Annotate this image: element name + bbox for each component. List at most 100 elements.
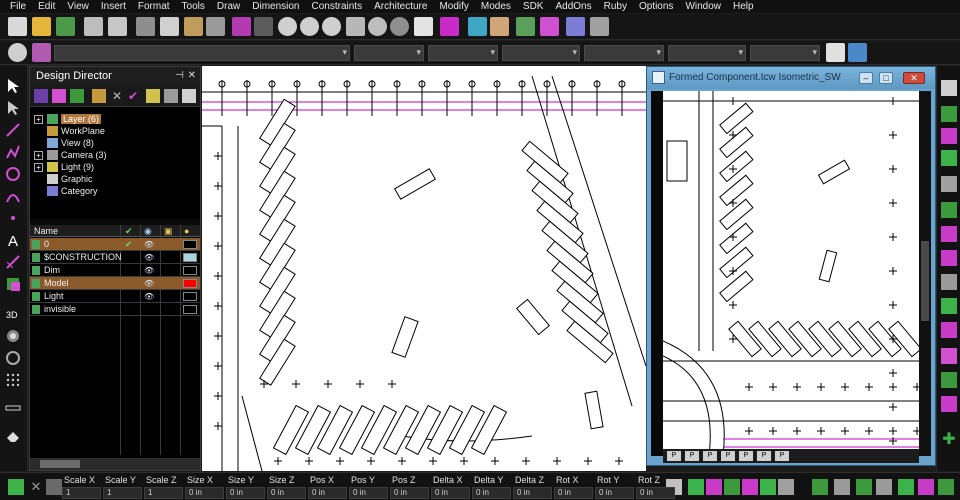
menu-tools[interactable]: Tools xyxy=(182,0,205,13)
zoom-window-icon[interactable] xyxy=(300,17,319,36)
visibility-eye-icon[interactable]: 👁 xyxy=(144,290,154,303)
formed-component-viewport[interactable] xyxy=(663,91,919,456)
pencil-icon[interactable] xyxy=(826,43,845,62)
snap-extension-icon[interactable] xyxy=(941,396,957,412)
layer-row[interactable]: $CONSTRUCTION 👁 xyxy=(30,251,200,264)
save-icon[interactable] xyxy=(56,17,75,36)
active-column-check-icon[interactable]: ✔ xyxy=(125,225,133,238)
render-mode-icon[interactable] xyxy=(938,479,954,495)
activate-check-icon[interactable]: ✔ xyxy=(126,89,140,103)
cut-icon[interactable] xyxy=(136,17,155,36)
layer-row[interactable]: Model 👁 xyxy=(30,277,200,290)
select-arrow-icon[interactable] xyxy=(5,78,21,94)
inspector-options-icon[interactable] xyxy=(46,479,62,495)
copy-icon[interactable] xyxy=(160,17,179,36)
visibility-eye-icon[interactable]: 👁 xyxy=(144,238,154,251)
rotate-icon[interactable] xyxy=(706,479,722,495)
layer-color-swatch[interactable] xyxy=(183,266,197,275)
active-check-icon[interactable]: ✔ xyxy=(125,238,133,251)
hand-tool-icon[interactable] xyxy=(490,17,509,36)
layer-color-swatch[interactable] xyxy=(183,240,197,249)
view-tab[interactable]: P xyxy=(703,451,717,461)
inspector-field-input[interactable]: 0 in xyxy=(226,487,265,499)
dimension-tool-icon[interactable] xyxy=(5,254,21,270)
menu-constraints[interactable]: Constraints xyxy=(312,0,363,13)
panel-close-icon[interactable]: ✕ xyxy=(188,67,196,85)
menu-options[interactable]: Options xyxy=(639,0,673,13)
tree-expand-icon[interactable] xyxy=(92,89,106,103)
menu-modes[interactable]: Modes xyxy=(481,0,511,13)
inspector-close-icon[interactable]: ✕ xyxy=(28,479,44,495)
brush-dropdown[interactable] xyxy=(668,45,746,61)
inspector-field-input[interactable]: 1 xyxy=(62,487,101,499)
menu-view[interactable]: View xyxy=(67,0,89,13)
layers-icon[interactable] xyxy=(516,17,535,36)
menu-insert[interactable]: Insert xyxy=(101,0,126,13)
pan-icon[interactable] xyxy=(346,17,365,36)
circle-tool-icon[interactable] xyxy=(5,166,21,182)
selection-filter-icon[interactable] xyxy=(440,17,459,36)
tree-item[interactable]: + Light (9) xyxy=(34,161,94,173)
redo-icon[interactable] xyxy=(254,17,273,36)
tree-item[interactable]: View (8) xyxy=(34,137,94,149)
inspector-field-input[interactable]: 0 in xyxy=(308,487,347,499)
text-tool-icon[interactable]: A xyxy=(5,232,21,250)
snap-endpoint-icon[interactable] xyxy=(941,150,957,166)
line-width-dropdown[interactable] xyxy=(502,45,580,61)
snap-center-icon[interactable] xyxy=(941,202,957,218)
inspector-field-input[interactable]: 0 in xyxy=(267,487,306,499)
inspector-field-input[interactable]: 0 in xyxy=(636,487,675,499)
layer-color-swatch[interactable] xyxy=(183,253,197,262)
view-tab[interactable]: P xyxy=(757,451,771,461)
grid-toggle-icon[interactable] xyxy=(876,479,892,495)
model-space-icon[interactable] xyxy=(918,479,934,495)
view-tab[interactable]: P xyxy=(667,451,681,461)
visibility-eye-icon[interactable]: 👁 xyxy=(144,277,154,290)
line-tool-icon[interactable] xyxy=(5,122,21,138)
menu-ruby[interactable]: Ruby xyxy=(604,0,627,13)
snap-midpoint-icon[interactable] xyxy=(941,176,957,192)
line-style-dropdown[interactable] xyxy=(428,45,498,61)
tree-item[interactable]: Category xyxy=(34,185,98,197)
scrollbar-thumb[interactable] xyxy=(40,460,80,468)
inspector-field-input[interactable]: 0 in xyxy=(554,487,593,499)
align-icon[interactable] xyxy=(760,479,776,495)
layer-toggle-icon[interactable] xyxy=(898,479,914,495)
tree-item[interactable]: WorkPlane xyxy=(34,125,105,137)
render-icon[interactable] xyxy=(390,17,409,36)
pin-icon[interactable]: ⊣ xyxy=(175,67,184,85)
menu-help[interactable]: Help xyxy=(733,0,754,13)
inspector-field-input[interactable]: 0 in xyxy=(390,487,429,499)
color-column-icon[interactable]: ● xyxy=(184,225,189,238)
snap-quadrant-icon[interactable] xyxy=(941,348,957,364)
match-properties-icon[interactable] xyxy=(206,17,225,36)
inspector-field-input[interactable]: 0 in xyxy=(513,487,552,499)
scrollbar-thumb[interactable] xyxy=(921,241,929,321)
grid-tool-icon[interactable] xyxy=(5,372,21,388)
menu-file[interactable]: File xyxy=(10,0,26,13)
layer-row[interactable]: Dim 👁 xyxy=(30,264,200,277)
select-all-icon[interactable] xyxy=(146,89,160,103)
visibility-eye-icon[interactable]: 👁 xyxy=(144,264,154,277)
tree-item[interactable]: + Camera (3) xyxy=(34,149,107,161)
inspector-field-input[interactable]: 1 xyxy=(103,487,142,499)
design-director-icon[interactable] xyxy=(468,17,487,36)
edit-arrow-icon[interactable] xyxy=(5,100,21,116)
formed-component-titlebar[interactable]: Formed Component.tcw Isometric_SW – □ ✕ xyxy=(647,67,935,89)
layer-row[interactable]: invisible xyxy=(30,303,200,316)
expand-toggle-icon[interactable]: + xyxy=(34,150,43,160)
eraser-tool-icon[interactable] xyxy=(5,428,21,444)
menu-window[interactable]: Window xyxy=(685,0,721,13)
scale-icon[interactable] xyxy=(742,479,758,495)
lock-column-icon[interactable]: ▣ xyxy=(164,225,173,238)
transform-icon[interactable] xyxy=(688,479,704,495)
visibility-eye-icon[interactable]: 👁 xyxy=(144,251,154,264)
minimize-button[interactable]: – xyxy=(859,72,873,84)
drawing-canvas[interactable] xyxy=(202,66,646,471)
snap-grid-icon[interactable] xyxy=(941,128,957,144)
menu-edit[interactable]: Edit xyxy=(38,0,55,13)
snap-add-icon[interactable]: ✚ xyxy=(941,432,957,448)
3d-tool-icon[interactable]: 3D xyxy=(5,306,21,322)
tree-item[interactable]: Graphic xyxy=(34,173,93,185)
cube-icon[interactable] xyxy=(540,17,559,36)
